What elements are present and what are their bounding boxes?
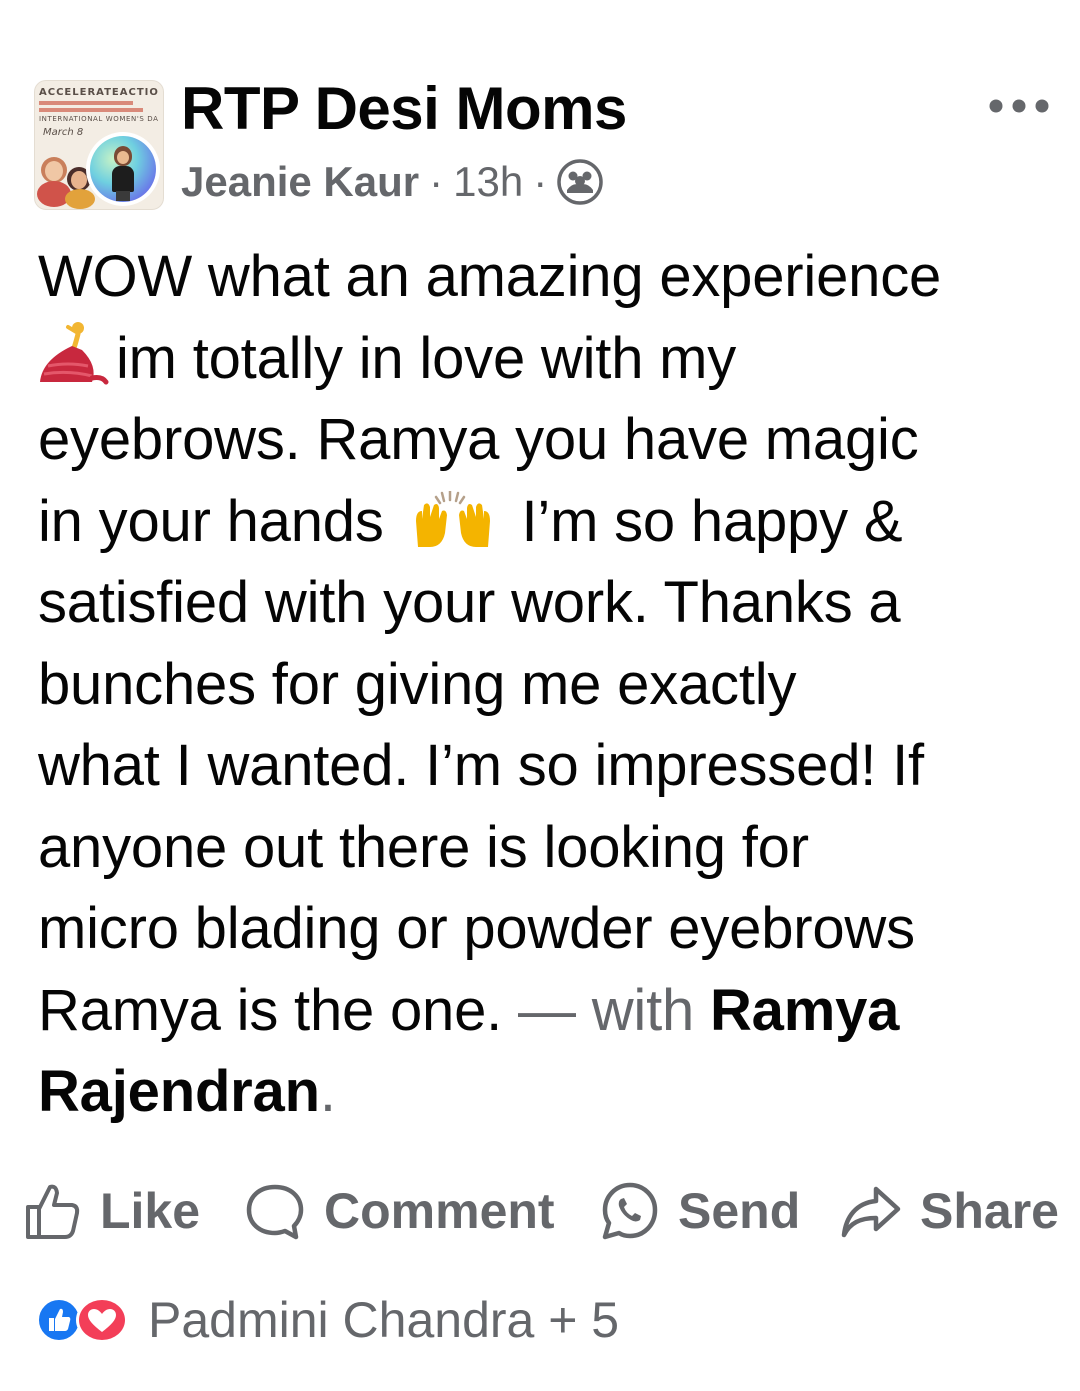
reaction-icons xyxy=(36,1294,134,1346)
post-line: what I wanted. I’m so impressed! If xyxy=(38,733,924,798)
group-members-icon xyxy=(557,159,603,205)
post-line-text: Ramya is the one. xyxy=(38,977,503,1043)
group-avatar-stripe xyxy=(39,101,133,105)
reactions-summary[interactable]: Padmini Chandra + 5 xyxy=(36,1290,619,1350)
dancer-emoji xyxy=(38,320,116,408)
like-button[interactable]: Like xyxy=(22,1176,200,1246)
send-button[interactable]: Send xyxy=(600,1176,800,1246)
post-line-text: I’m so happy & xyxy=(521,488,903,554)
meta-separator: · xyxy=(429,158,444,205)
post-line-text: in your hands xyxy=(38,488,384,554)
comment-icon xyxy=(246,1184,304,1240)
love-reaction-icon xyxy=(76,1297,128,1343)
post-line: WOW what an amazing experience xyxy=(38,244,942,309)
post-line: Rajendran. xyxy=(38,1051,1058,1133)
post-line: micro blading or powder eyebrows xyxy=(38,896,915,961)
post-line: eyebrows. Ramya you have magic xyxy=(38,407,919,472)
post-line: anyone out there is looking for xyxy=(38,814,809,880)
post-time[interactable]: 13h xyxy=(453,158,523,206)
more-options-icon[interactable] xyxy=(988,96,1050,116)
post-line: bunches for giving me exactly xyxy=(38,651,797,717)
with-label: — with xyxy=(517,977,695,1043)
post-line-text: . xyxy=(319,1059,336,1124)
post-line: satisfied with your work. Thanks a xyxy=(38,570,901,635)
reactions-count: Padmini Chandra + 5 xyxy=(148,1292,620,1348)
like-label: Like xyxy=(100,1183,201,1239)
send-label: Send xyxy=(678,1183,801,1239)
tagged-person[interactable]: Ramya xyxy=(710,978,899,1043)
tagged-person[interactable]: Rajendran xyxy=(38,1059,320,1124)
post-action-bar: Like Comment Send Share xyxy=(0,1176,1080,1246)
post-header: ACCELERATEACTIO INTERNATIONAL WOMEN'S DA… xyxy=(0,0,1080,220)
group-avatar-text-1: ACCELERATEACTIO xyxy=(39,87,159,98)
post-line: Ramya is the one. — with Ramya xyxy=(38,970,1058,1052)
raising-hands-emoji xyxy=(412,489,494,571)
post-body: WOW what an amazing experience im totall… xyxy=(38,236,1058,1133)
whatsapp-icon xyxy=(602,1182,658,1240)
group-avatar-stripe xyxy=(39,108,143,112)
group-name[interactable]: RTP Desi Moms xyxy=(181,74,627,144)
meta-separator: · xyxy=(533,158,548,205)
author-name[interactable]: Jeanie Kaur xyxy=(181,158,419,206)
comment-label: Comment xyxy=(324,1183,555,1239)
group-avatar-text-2: INTERNATIONAL WOMEN'S DA xyxy=(39,115,159,123)
post-line: im totally in love with my xyxy=(38,318,1058,400)
share-icon xyxy=(841,1186,901,1238)
post-line-text: im totally in love with my xyxy=(116,325,737,391)
author-avatar[interactable] xyxy=(86,132,160,206)
post-line: in your hands I’m so happy & xyxy=(38,481,1058,563)
comment-button[interactable]: Comment xyxy=(244,1176,555,1246)
post-meta: Jeanie Kaur · 13h · xyxy=(181,152,603,212)
thumbs-up-icon xyxy=(26,1184,80,1239)
share-label: Share xyxy=(920,1183,1059,1239)
share-button[interactable]: Share xyxy=(840,1176,1059,1246)
